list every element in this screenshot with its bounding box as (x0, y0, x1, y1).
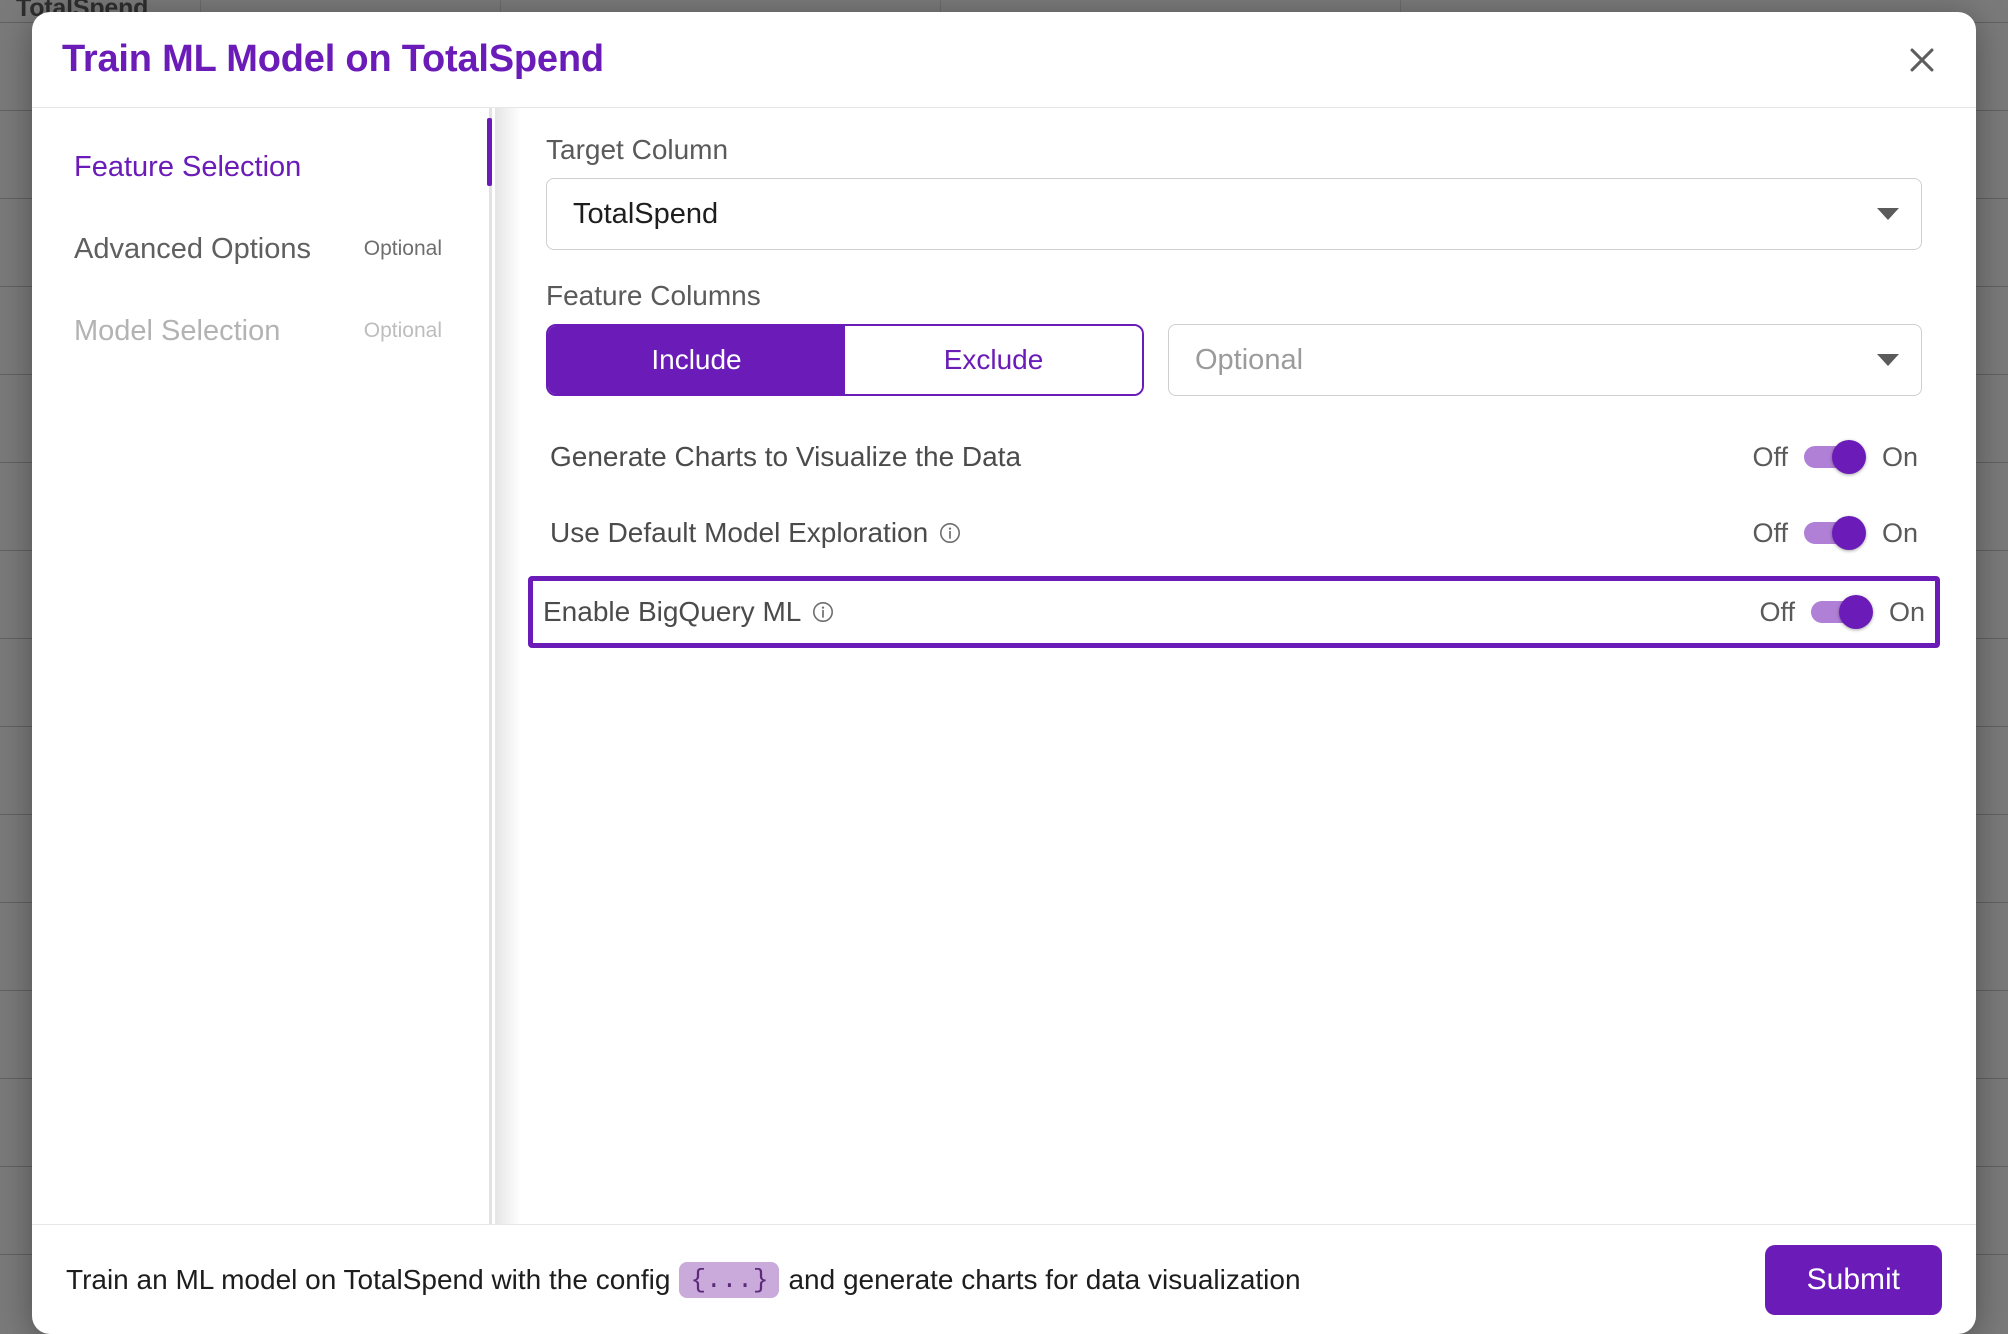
sidebar-item-label: Advanced Options (74, 232, 311, 265)
toggle-row-generate-charts: Generate Charts to Visualize the Data Of… (546, 426, 1922, 488)
toggle-row-default-model-exploration: Use Default Model Exploration Off On (546, 502, 1922, 564)
target-column-field: Target Column TotalSpend (546, 134, 1922, 250)
footer-text-after: and generate charts for data visualizati… (788, 1263, 1301, 1295)
info-icon[interactable] (938, 521, 962, 545)
close-icon (1905, 43, 1939, 77)
enable-bigquery-ml-switch[interactable] (1810, 595, 1873, 629)
close-button[interactable] (1896, 34, 1948, 86)
dialog-body: Feature Selection Advanced Options Optio… (32, 108, 1976, 1224)
toggle-on-label: On (1881, 441, 1918, 472)
toggle-label: Enable BigQuery ML (543, 596, 802, 627)
toggle-off-label: Off (1752, 441, 1788, 472)
exclude-button[interactable]: Exclude (845, 326, 1142, 394)
generate-charts-switch[interactable] (1803, 440, 1866, 474)
chevron-down-icon (1877, 354, 1899, 366)
toggle-off-label: Off (1752, 517, 1788, 548)
footer-text-before: Train an ML model on TotalSpend with the… (66, 1263, 671, 1295)
footer-summary: Train an ML model on TotalSpend with the… (66, 1261, 1301, 1298)
toggle-control: Off On (1759, 595, 1925, 629)
dialog-sidebar: Feature Selection Advanced Options Optio… (32, 108, 492, 1224)
dialog-main-panel: Target Column TotalSpend Feature Columns… (492, 108, 1976, 1224)
include-button[interactable]: Include (548, 326, 845, 394)
toggle-off-label: Off (1759, 596, 1795, 627)
train-ml-model-dialog: Train ML Model on TotalSpend Feature Sel… (32, 12, 1976, 1334)
toggle-label-wrap: Enable BigQuery ML (543, 596, 835, 628)
dialog-header: Train ML Model on TotalSpend (32, 12, 1976, 108)
sidebar-item-label: Feature Selection (74, 150, 302, 183)
dialog-title: Train ML Model on TotalSpend (62, 38, 604, 80)
toggle-control: Off On (1752, 516, 1918, 550)
sidebar-item-advanced-options[interactable]: Advanced Options Optional (32, 208, 492, 290)
feature-columns-label: Feature Columns (546, 280, 761, 311)
toggle-row-enable-bigquery-ml: Enable BigQuery ML Off On (528, 576, 1940, 648)
toggle-label-wrap: Use Default Model Exploration (550, 517, 962, 549)
toggle-on-label: On (1881, 517, 1918, 548)
config-chip[interactable]: {...} (679, 1261, 780, 1298)
toggle-control: Off On (1752, 440, 1918, 474)
feature-columns-field: Feature Columns Include Exclude Optional (546, 280, 1922, 396)
submit-button[interactable]: Submit (1764, 1244, 1942, 1315)
switch-thumb (1831, 516, 1866, 550)
switch-thumb (1838, 595, 1873, 629)
chevron-down-icon (1877, 208, 1899, 220)
sidebar-item-label: Model Selection (74, 314, 281, 347)
feature-columns-placeholder: Optional (1195, 343, 1304, 376)
sidebar-item-tag: Optional (363, 237, 442, 260)
info-icon[interactable] (811, 600, 835, 624)
sidebar-item-tag: Optional (363, 319, 442, 342)
target-column-label: Target Column (546, 134, 729, 165)
default-model-exploration-switch[interactable] (1803, 516, 1866, 550)
include-exclude-toggle-group: Include Exclude (546, 324, 1144, 396)
toggle-label-wrap: Generate Charts to Visualize the Data (550, 441, 1021, 473)
sidebar-item-model-selection: Model Selection Optional (32, 290, 492, 372)
toggle-on-label: On (1888, 596, 1925, 627)
target-column-value: TotalSpend (573, 197, 719, 230)
toggle-label: Use Default Model Exploration (550, 517, 929, 548)
target-column-select[interactable]: TotalSpend (546, 178, 1922, 250)
sidebar-item-feature-selection[interactable]: Feature Selection (32, 126, 492, 208)
switch-thumb (1831, 440, 1866, 474)
dialog-footer: Train an ML model on TotalSpend with the… (32, 1224, 1976, 1334)
toggle-label: Generate Charts to Visualize the Data (550, 441, 1022, 472)
feature-columns-select[interactable]: Optional (1168, 324, 1922, 396)
